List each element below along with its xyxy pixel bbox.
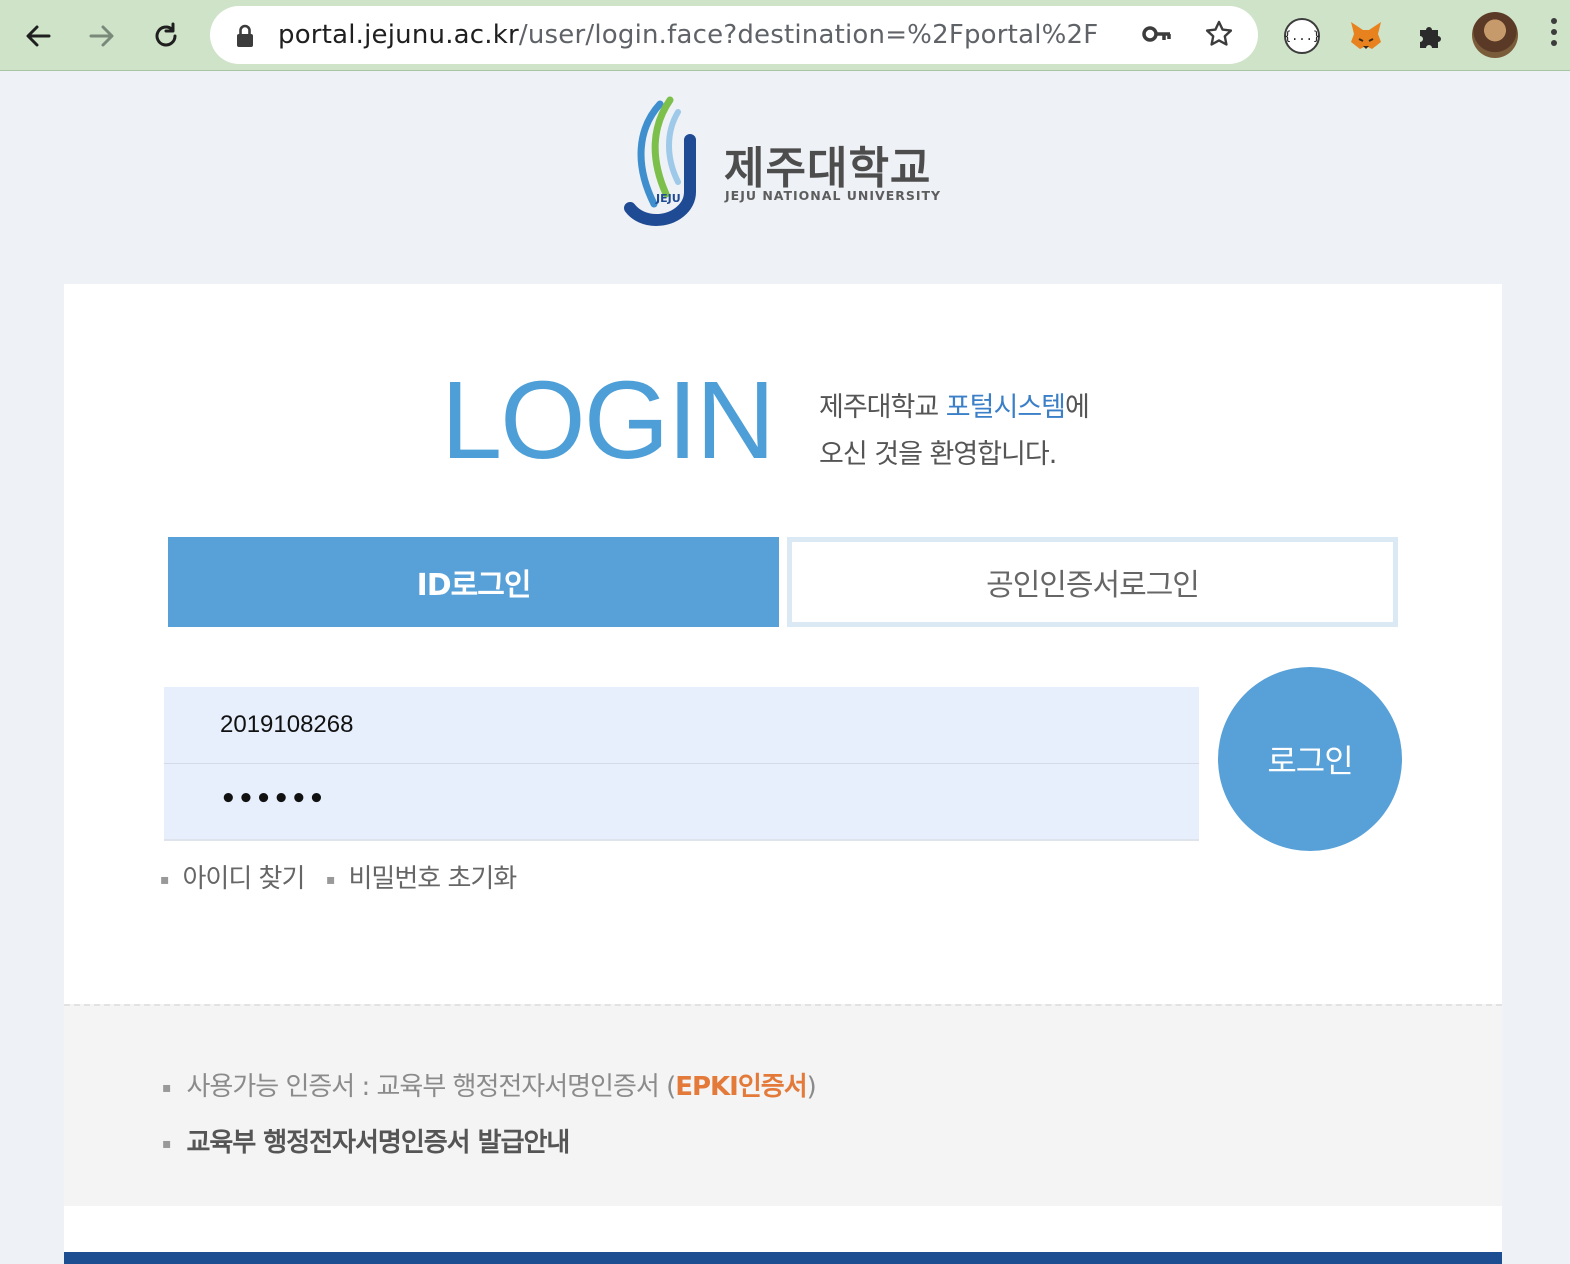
logo-emblem-text: JEJU <box>655 192 681 205</box>
login-submit-button[interactable]: 로그인 <box>1218 667 1402 851</box>
url-host: portal.jejunu.ac.kr <box>278 20 519 50</box>
reset-password-label: 비밀번호 초기화 <box>348 864 518 894</box>
url-path: /user/login.face?destination=%2Fportal%2… <box>518 20 1099 50</box>
cert-issuance-guide-link[interactable]: ▪ 교육부 행정전자서명인증서 발급안내 <box>162 1122 571 1159</box>
reload-icon[interactable] <box>144 14 188 58</box>
certificate-notice: ▪ 사용가능 인증서 : 교육부 행정전자서명인증서 (EPKI인증서) ▪ 교육부… <box>64 1004 1502 1206</box>
fox-extension-icon[interactable] <box>1344 14 1388 58</box>
bullet: ▪ <box>162 1079 171 1096</box>
available-cert-notice: ▪ 사용가능 인증서 : 교육부 행정전자서명인증서 (EPKI인증서) <box>162 1066 817 1103</box>
logo-emblem: JEJU <box>624 96 696 227</box>
bullet: ▪ <box>162 1135 171 1152</box>
welcome-suffix: 에 <box>1065 392 1090 423</box>
logo-name-english: JEJU NATIONAL UNIVERSITY <box>725 188 942 203</box>
find-id-link[interactable]: ▪ 아이디 찾기 <box>160 858 306 895</box>
footer-bar <box>64 1252 1502 1264</box>
tab-id-login[interactable]: ID로그인 <box>168 537 779 627</box>
forward-arrow-icon[interactable] <box>80 14 124 58</box>
url-text[interactable]: portal.jejunu.ac.kr/user/login.face?dest… <box>278 20 1098 50</box>
welcome-prefix: 제주대학교 <box>819 392 946 423</box>
address-bar[interactable]: portal.jejunu.ac.kr/user/login.face?dest… <box>210 6 1258 64</box>
login-card: LOGIN 제주대학교 포털시스템에 오신 것을 환영합니다. ID로그인 공인… <box>64 284 1502 1264</box>
bullet: ▪ <box>326 871 335 888</box>
university-logo[interactable]: JEJU 제주대학교 JEJU NATIONAL UNIVERSITY <box>620 96 950 228</box>
browser-toolbar: portal.jejunu.ac.kr/user/login.face?dest… <box>0 0 1570 71</box>
profile-avatar[interactable] <box>1472 12 1518 58</box>
available-cert-prefix: 사용가능 인증서 : 교육부 행정전자서명인증서 ( <box>186 1072 677 1102</box>
json-extension-icon[interactable]: {...} <box>1284 18 1320 54</box>
lock-icon[interactable] <box>234 23 256 49</box>
password-mask: •••••• <box>220 784 326 814</box>
logo-name-korean: 제주대학교 <box>724 143 932 194</box>
cert-issuance-guide-label: 교육부 행정전자서명인증서 발급안내 <box>186 1128 571 1158</box>
menu-dots-icon[interactable] <box>1547 18 1561 54</box>
user-id-input[interactable] <box>164 687 1199 764</box>
login-title: LOGIN <box>441 359 775 482</box>
available-cert-suffix: ) <box>806 1072 817 1102</box>
epki-cert-link[interactable]: EPKI인증서 <box>675 1072 807 1102</box>
star-icon[interactable] <box>1204 19 1234 49</box>
bullet: ▪ <box>160 871 169 888</box>
puzzle-icon[interactable] <box>1408 14 1452 58</box>
welcome-line2: 오신 것을 환영합니다. <box>819 439 1057 470</box>
welcome-message: 제주대학교 포털시스템에 오신 것을 환영합니다. <box>819 384 1090 478</box>
back-arrow-icon[interactable] <box>16 14 60 58</box>
key-icon[interactable] <box>1142 22 1172 46</box>
reset-password-link[interactable]: ▪ 비밀번호 초기화 <box>326 858 518 895</box>
find-id-label: 아이디 찾기 <box>182 864 306 894</box>
tab-certificate-login[interactable]: 공인인증서로그인 <box>787 537 1398 627</box>
portal-system-highlight: 포털시스템 <box>945 392 1066 423</box>
